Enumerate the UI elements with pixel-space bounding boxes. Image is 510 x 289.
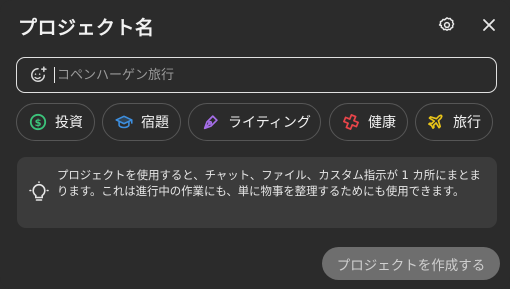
- graduation-cap-icon: [115, 113, 133, 131]
- dialog-title: プロジェクト名: [18, 17, 155, 39]
- close-button[interactable]: [478, 14, 500, 36]
- airplane-icon: [427, 113, 445, 131]
- category-chip-investment[interactable]: $ 投資: [16, 103, 95, 141]
- category-chip-travel[interactable]: 旅行: [415, 103, 493, 141]
- lightbulb-icon: [29, 181, 49, 201]
- gear-icon: [438, 17, 455, 31]
- category-chip-writing[interactable]: ライティング: [188, 103, 321, 141]
- emoji-picker-icon[interactable]: [28, 65, 48, 85]
- dollar-coin-icon: $: [29, 113, 47, 131]
- pen-nib-icon: [202, 113, 220, 131]
- project-name-field[interactable]: [16, 57, 497, 93]
- create-project-button[interactable]: プロジェクトを作成する: [322, 247, 500, 280]
- svg-text:$: $: [35, 118, 42, 129]
- settings-button[interactable]: [436, 14, 458, 36]
- category-label: 旅行: [453, 115, 481, 131]
- category-label: 健康: [368, 115, 396, 131]
- category-label: 投資: [55, 115, 83, 131]
- category-chip-health[interactable]: 健康: [329, 103, 408, 141]
- info-box: プロジェクトを使用すると、チャット、ファイル、カスタム指示が 1 カ所にまとまり…: [17, 157, 497, 228]
- category-label: ライティング: [228, 115, 311, 131]
- category-chip-homework[interactable]: 宿題: [102, 103, 181, 141]
- close-icon: [483, 19, 495, 31]
- create-project-dialog: プロジェクト名 $ 投資: [0, 0, 510, 289]
- medical-cross-icon: [342, 113, 360, 131]
- info-text: プロジェクトを使用すると、チャット、ファイル、カスタム指示が 1 カ所にまとまり…: [57, 168, 481, 198]
- project-name-input[interactable]: [54, 67, 496, 83]
- category-label: 宿題: [141, 115, 169, 131]
